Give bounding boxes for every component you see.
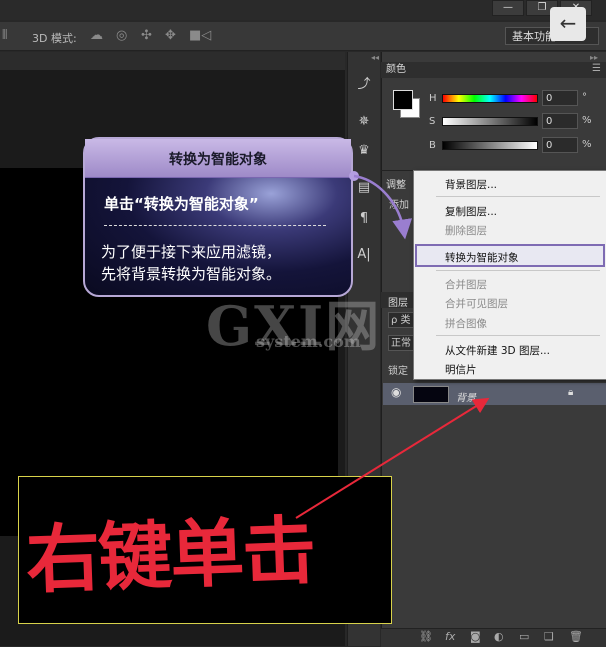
annotation-arrows [295, 171, 490, 519]
purple-arrow [353, 174, 413, 240]
red-arrow [295, 397, 490, 519]
